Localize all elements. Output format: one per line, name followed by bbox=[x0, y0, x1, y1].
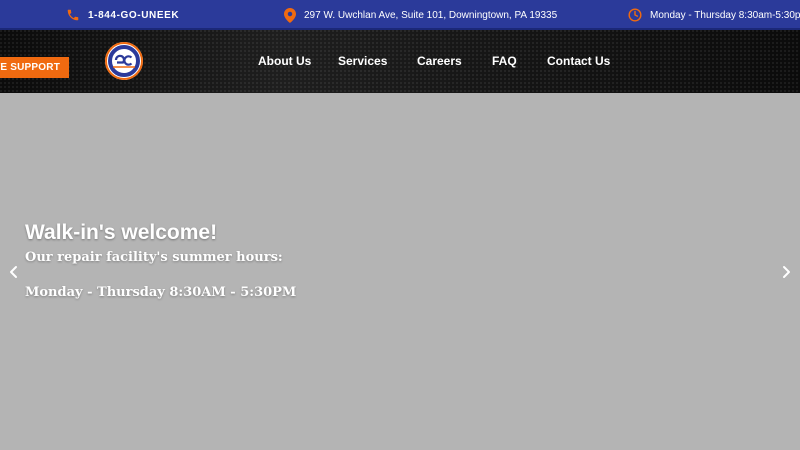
address-text: 297 W. Uwchlan Ave, Suite 101, Downingto… bbox=[304, 9, 558, 21]
location-pin-icon bbox=[284, 7, 296, 23]
address-info: 297 W. Uwchlan Ave, Suite 101, Downingto… bbox=[284, 0, 557, 30]
top-info-bar: 1-844-GO-UNEEK 297 W. Uwchlan Ave, Suite… bbox=[0, 0, 800, 30]
phone-number[interactable]: 1-844-GO-UNEEK bbox=[88, 10, 179, 21]
nav-about-us[interactable]: About Us bbox=[258, 54, 311, 68]
hero-slider: Walk-in's welcome! Our repair facility's… bbox=[0, 93, 800, 450]
remote-support-button[interactable]: OTE SUPPORT bbox=[0, 57, 69, 78]
hero-title: Walk-in's welcome! bbox=[25, 221, 218, 244]
phone-contact[interactable]: 1-844-GO-UNEEK bbox=[66, 0, 179, 30]
hours-text: Monday - Thursday 8:30am-5:30pm bbox=[650, 9, 800, 21]
chevron-left-icon[interactable] bbox=[7, 265, 21, 279]
clock-icon bbox=[628, 8, 642, 22]
hero-subtitle: Our repair facility's summer hours: bbox=[25, 250, 283, 265]
nav-contact-us[interactable]: Contact Us bbox=[547, 54, 610, 68]
chevron-right-icon[interactable] bbox=[779, 265, 793, 279]
hero-hours: Monday - Thursday 8:30AM - 5:30PM bbox=[25, 285, 297, 300]
nav-faq[interactable]: FAQ bbox=[492, 54, 517, 68]
phone-icon bbox=[66, 8, 80, 22]
hours-info: Monday - Thursday 8:30am-5:30pm bbox=[628, 0, 800, 30]
nav-services[interactable]: Services bbox=[338, 54, 387, 68]
company-logo[interactable] bbox=[104, 41, 144, 81]
nav-careers[interactable]: Careers bbox=[417, 54, 462, 68]
